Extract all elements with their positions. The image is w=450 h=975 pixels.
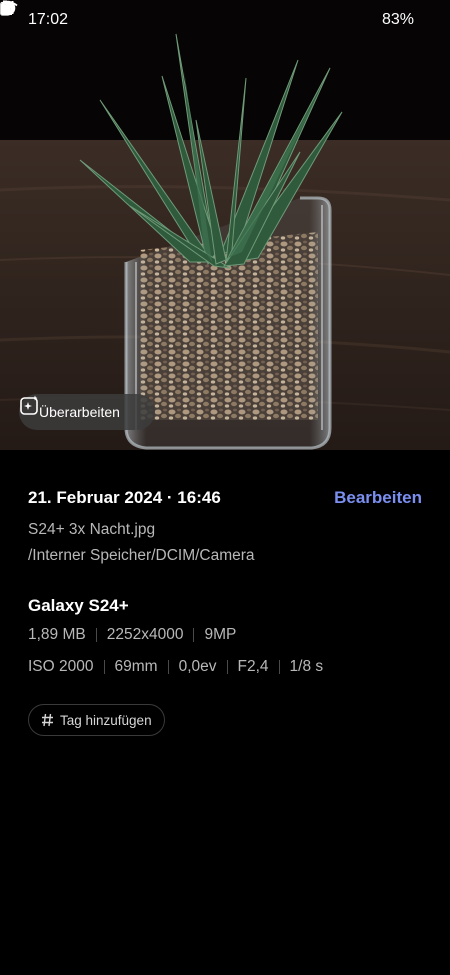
battery-percent: 83% — [381, 11, 414, 28]
capture-datetime: 21. Februar 2024 · 16:46 — [28, 488, 221, 507]
file-meta-row: 1,89 MB 2252x4000 9MP — [28, 622, 422, 648]
divider — [193, 628, 195, 642]
details-panel: 21. Februar 2024 · 16:46 Bearbeiten S24+… — [28, 486, 422, 736]
status-left: 17:02 — [0, 0, 92, 29]
focal-length: 69mm — [114, 658, 158, 675]
divider — [95, 628, 97, 642]
device-name: Galaxy S24+ — [28, 596, 129, 615]
file-name: S24+ 3x Nacht.jpg — [28, 521, 156, 538]
edit-details-button[interactable]: Bearbeiten — [334, 488, 422, 508]
hashtag-icon — [41, 713, 54, 727]
divider — [103, 660, 105, 674]
camera-meta-row: ISO 2000 69mm 0,0ev F2,4 1/8 s — [28, 654, 422, 680]
megapixels: 9MP — [204, 626, 237, 643]
divider — [278, 660, 280, 674]
exposure-value: 0,0ev — [178, 658, 217, 675]
status-bar: 17:02 83% — [0, 0, 450, 40]
add-tag-button[interactable]: Tag hinzufügen — [28, 704, 165, 736]
date-row: 21. Februar 2024 · 16:46 Bearbeiten — [28, 486, 422, 510]
divider — [167, 660, 169, 674]
aperture: F2,4 — [237, 658, 269, 675]
enhance-label: Überarbeiten — [39, 404, 120, 420]
status-time: 17:02 — [28, 11, 69, 28]
status-right: 83% — [0, 0, 422, 29]
iso-value: ISO 2000 — [28, 658, 94, 675]
enhance-button[interactable]: Überarbeiten — [19, 394, 155, 430]
file-size: 1,89 MB — [28, 626, 86, 643]
shutter-speed: 1/8 s — [289, 658, 324, 675]
divider — [226, 660, 228, 674]
add-tag-label: Tag hinzufügen — [60, 712, 152, 728]
succulent-photo — [0, 0, 450, 450]
photo-preview[interactable]: 17:02 83% Überarbeiten — [0, 0, 450, 450]
file-path: /Interner Speicher/DCIM/Camera — [28, 547, 255, 564]
image-resolution: 2252x4000 — [106, 626, 184, 643]
photo-details-screen: 17:02 83% Überarbeiten 21. Februar 2024 … — [0, 0, 450, 975]
